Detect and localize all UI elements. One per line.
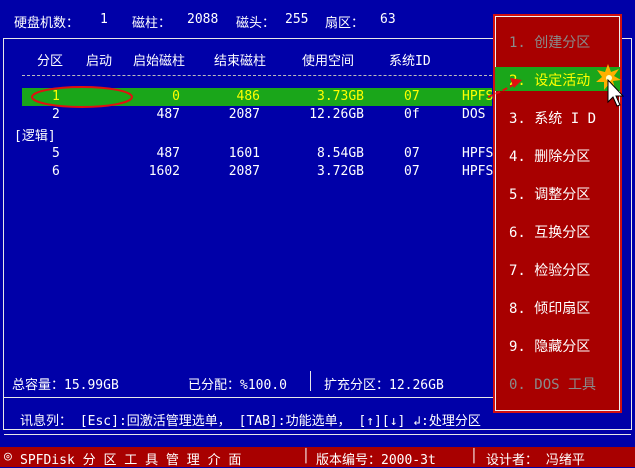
app-title: SPFDisk 分 区 工 具 管 理 介 面 — [20, 453, 242, 468]
author-label: 设计者： 冯绪平 — [486, 453, 585, 468]
mouse-cursor-icon — [607, 78, 625, 107]
status-icon: ◎ — [4, 449, 12, 464]
status-sep: │ — [470, 449, 478, 464]
annotation-ellipse — [31, 86, 133, 108]
status-sep: │ — [302, 449, 310, 464]
version-label: 版本编号：2000-3t — [316, 453, 436, 468]
status-bar: ◎ SPFDisk 分 区 工 具 管 理 介 面 │ 版本编号：2000-3t… — [0, 447, 635, 468]
annotation-overlay — [31, 64, 625, 108]
